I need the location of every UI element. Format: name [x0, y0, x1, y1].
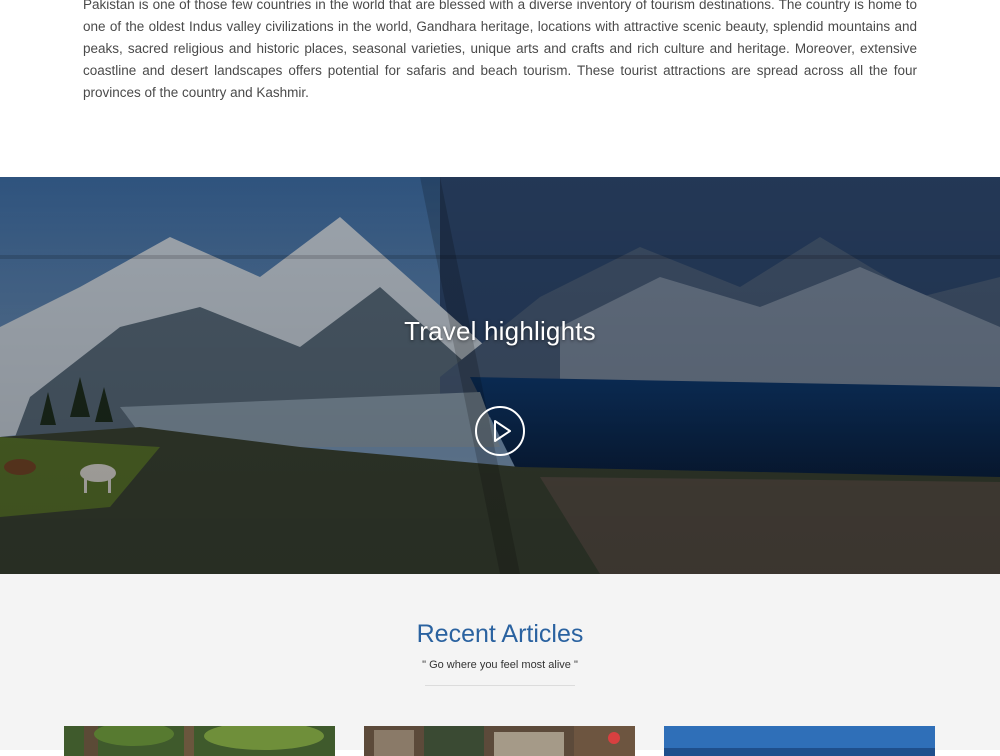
travel-highlights-banner: Travel highlights [0, 177, 1000, 574]
khunjerab-marathon-banner-photo [664, 726, 935, 756]
recent-articles-section: Recent Articles " Go where you feel most… [0, 574, 1000, 756]
market-stall-photo [364, 726, 635, 756]
recent-articles-tagline: " Go where you feel most alive " [422, 659, 578, 671]
article-card-image[interactable] [64, 726, 335, 756]
intro-paragraph: Pakistan is one of those few countries i… [83, 0, 917, 100]
recent-articles-heading: Recent Articles [416, 620, 584, 648]
hero-title: Travel highlights [404, 316, 596, 346]
play-circle-icon [475, 406, 525, 456]
article-card-image[interactable] [364, 726, 635, 756]
mountain-lake-background-image [0, 177, 1000, 574]
article-card-image[interactable] [664, 726, 935, 756]
forest-trees-photo [64, 726, 335, 756]
section-divider [425, 685, 575, 686]
play-video-button[interactable] [474, 405, 526, 457]
